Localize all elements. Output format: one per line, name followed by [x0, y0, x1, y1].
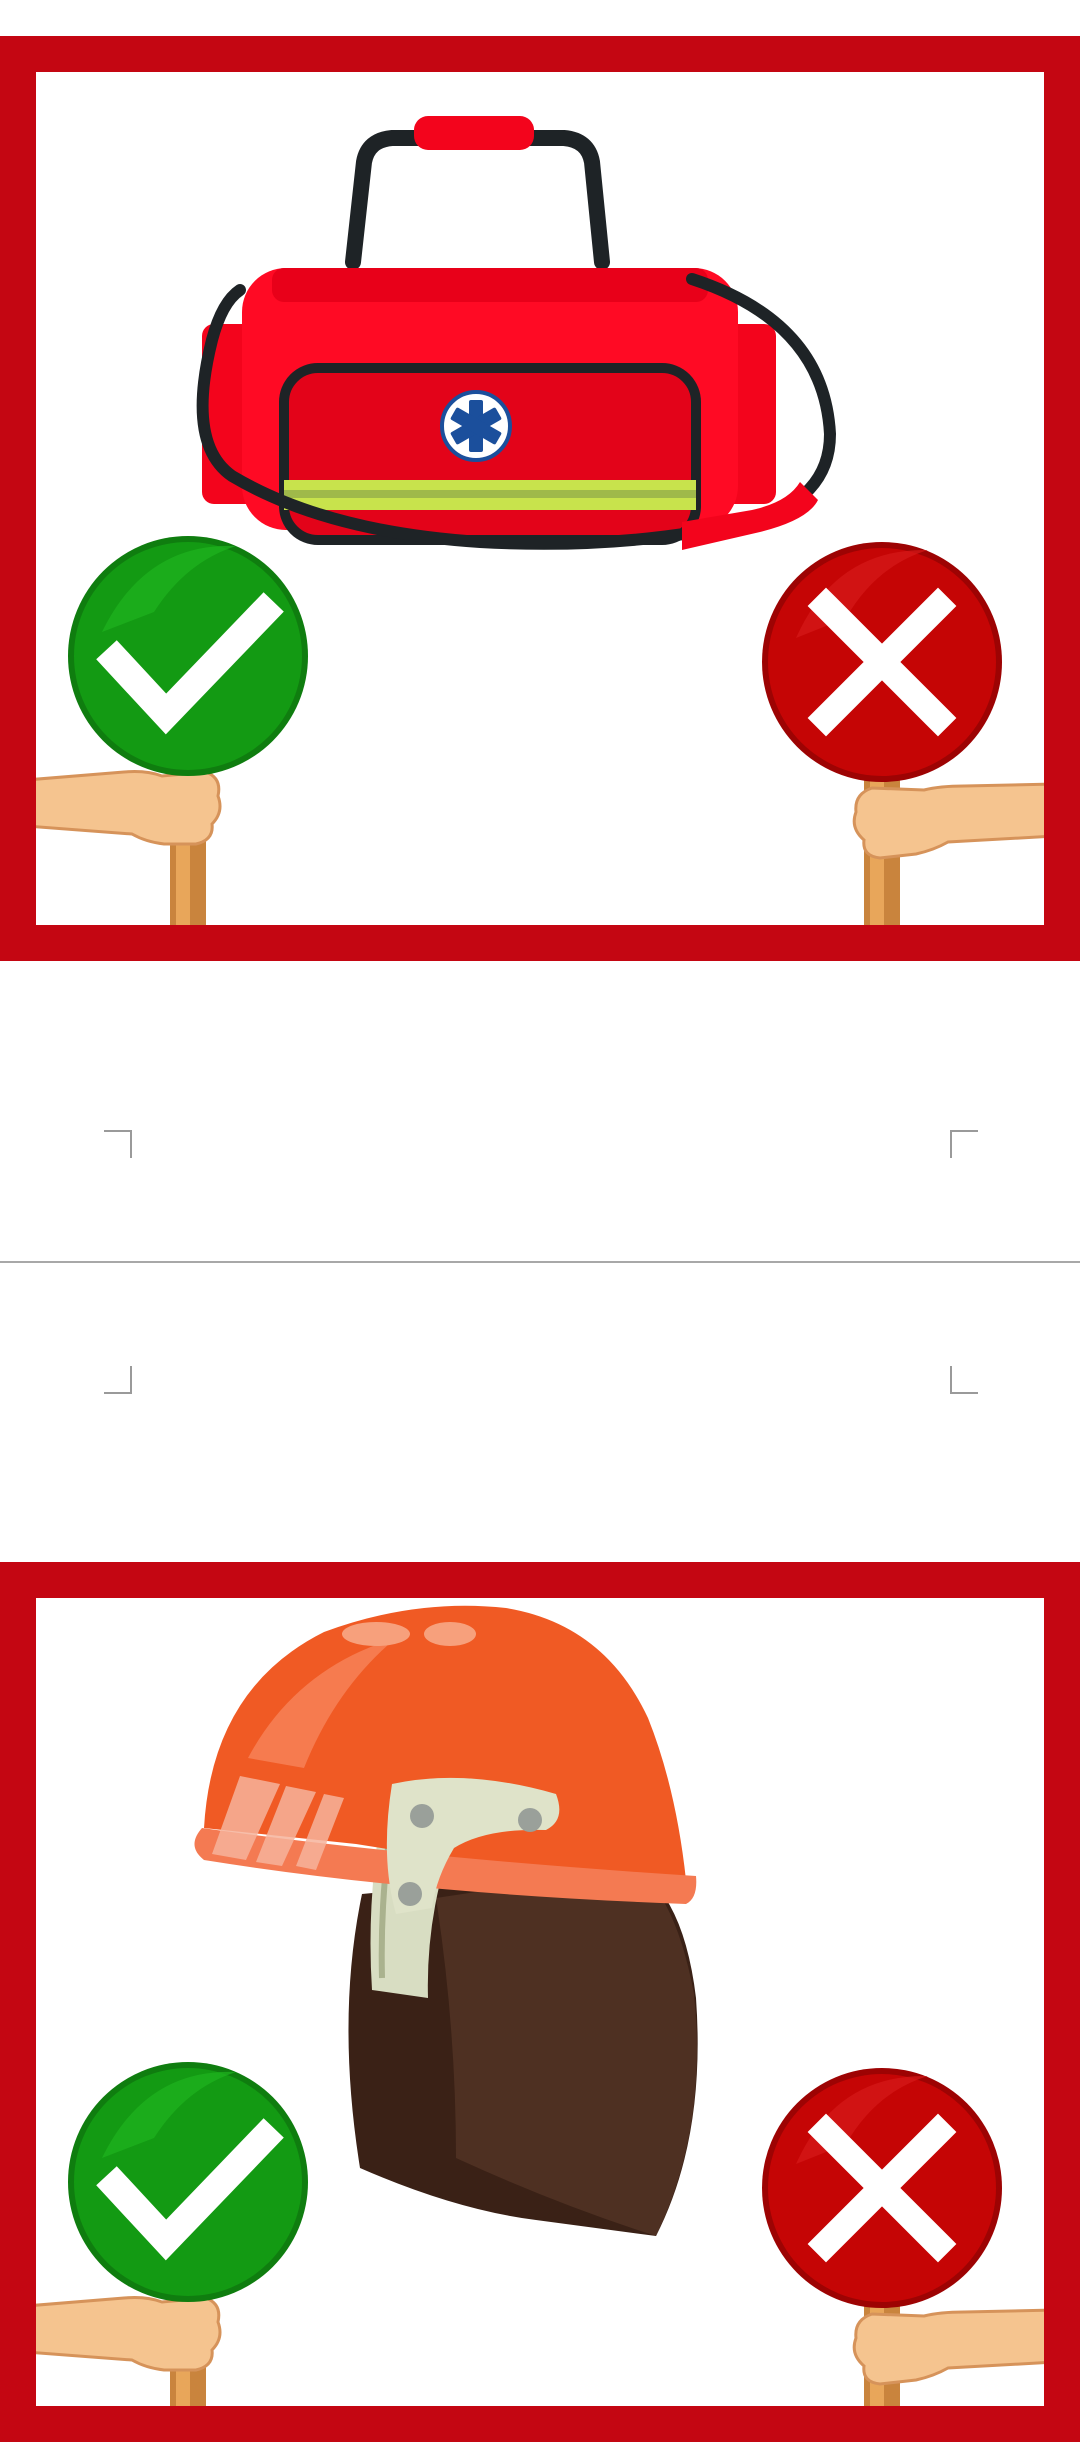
- yes-sign: [36, 2062, 308, 2406]
- crop-mark: [950, 1366, 978, 1394]
- yes-sign: [36, 536, 308, 925]
- card-illustration: [36, 1605, 1044, 2406]
- crop-mark: [950, 1130, 978, 1158]
- crop-mark: [104, 1366, 132, 1394]
- card-medical-bag: [0, 36, 1080, 961]
- no-sign: [762, 542, 1044, 925]
- card-firefighter-helmet: [0, 1562, 1080, 2442]
- medical-bag-icon: [196, 116, 837, 550]
- no-sign: [762, 2068, 1044, 2406]
- page-divider: [0, 1261, 1080, 1263]
- crop-mark: [104, 1130, 132, 1158]
- card-illustration: [36, 116, 1044, 925]
